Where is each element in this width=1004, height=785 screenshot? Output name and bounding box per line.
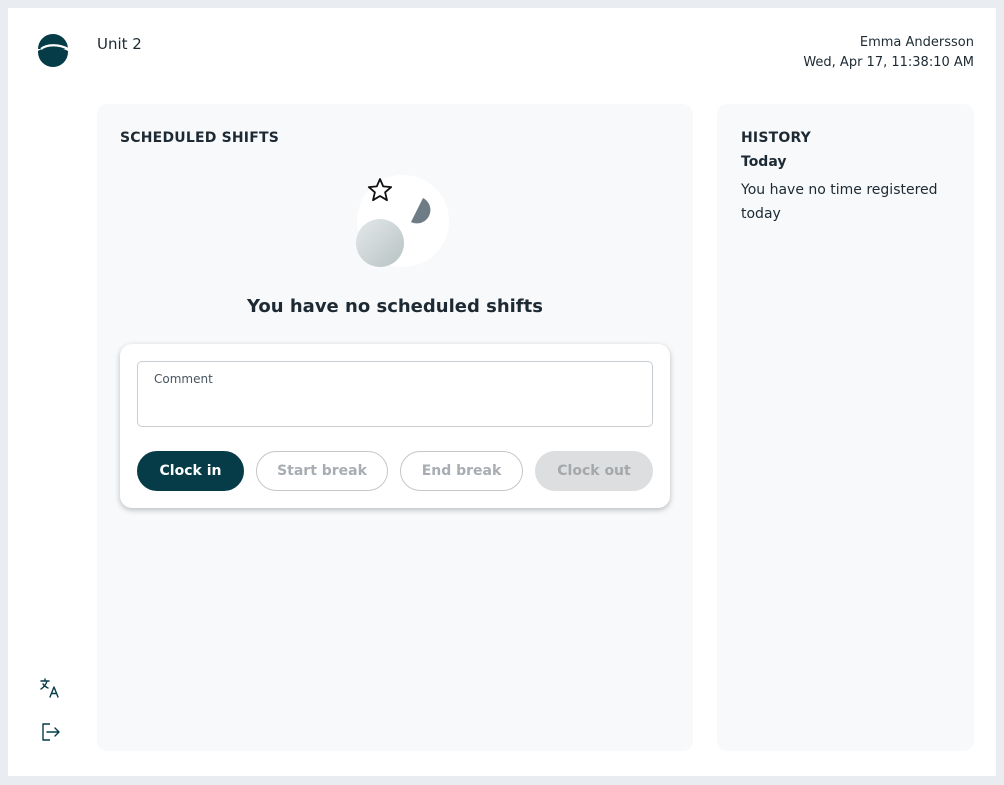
comment-field[interactable]: Comment — [137, 361, 653, 427]
history-title: HISTORY — [741, 130, 812, 146]
current-datetime: Wed, Apr 17, 11:38:10 AM — [803, 55, 974, 70]
clock-card: Comment Clock in Start break End break C… — [120, 344, 670, 508]
scheduled-shifts-title: SCHEDULED SHIFTS — [120, 130, 280, 146]
user-info: Emma Andersson Wed, Apr 17, 11:38:10 AM — [803, 33, 974, 73]
empty-shifts-illustration — [356, 175, 449, 267]
translate-icon[interactable] — [38, 676, 62, 700]
app-frame: Unit 2 Emma Andersson Wed, Apr 17, 11:38… — [8, 8, 996, 776]
scheduled-shifts-panel: SCHEDULED SHIFTS You have no scheduled s… — [97, 104, 693, 751]
start-break-button[interactable]: Start break — [256, 451, 388, 491]
clock-in-button[interactable]: Clock in — [137, 451, 244, 491]
history-empty-message: You have no time registered today — [741, 182, 938, 222]
comment-label: Comment — [154, 372, 213, 386]
logout-icon[interactable] — [38, 720, 62, 744]
clock-out-button[interactable]: Clock out — [535, 451, 653, 491]
end-break-button[interactable]: End break — [400, 451, 523, 491]
unit-title: Unit 2 — [97, 35, 142, 53]
brand-logo-icon[interactable] — [35, 31, 71, 67]
user-name: Emma Andersson — [859, 35, 974, 50]
no-shifts-message: You have no scheduled shifts — [247, 296, 543, 317]
history-day-label: Today — [741, 154, 787, 170]
history-panel: HISTORY Today You have no time registere… — [717, 104, 974, 751]
